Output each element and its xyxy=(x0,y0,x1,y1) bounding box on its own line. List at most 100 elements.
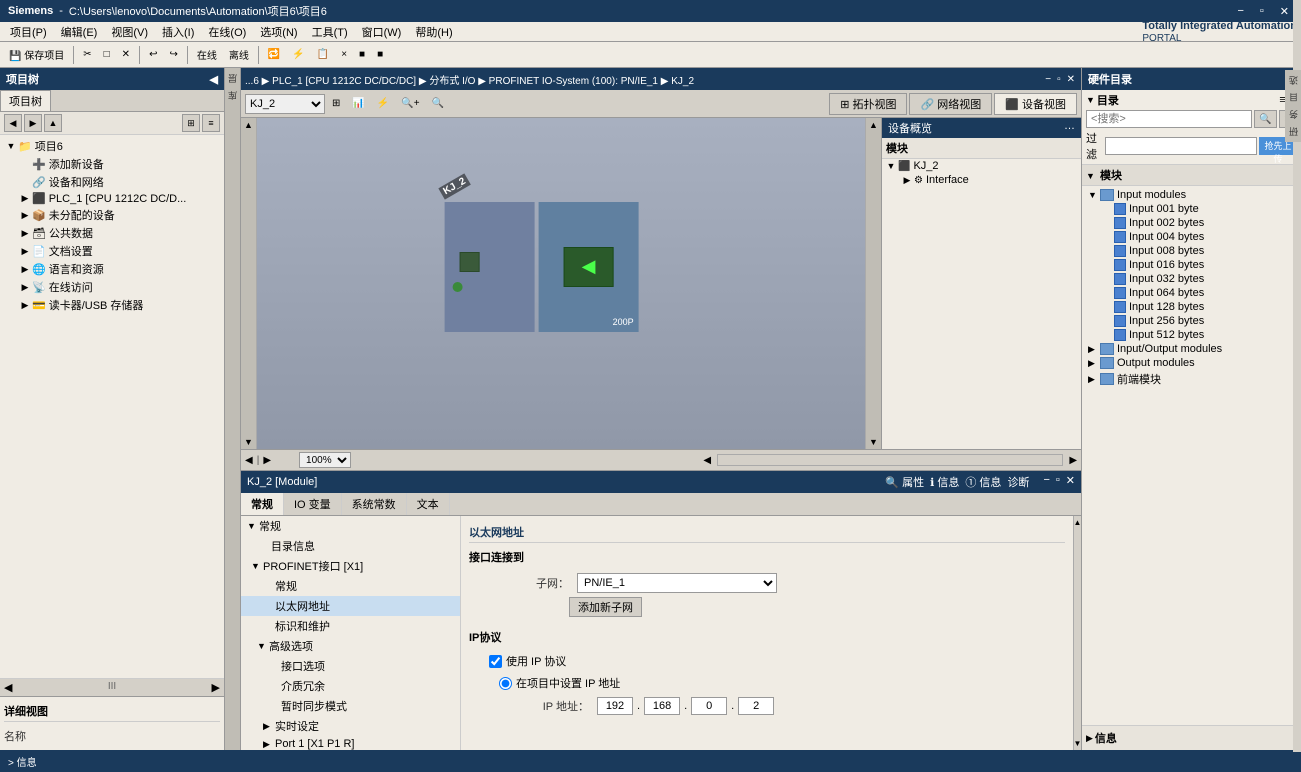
props-ip-field-1[interactable] xyxy=(597,697,633,715)
expand-icon[interactable]: ▶ xyxy=(18,264,32,275)
scroll-left-arrow[interactable]: ◀ xyxy=(245,455,253,466)
props-scroll-down[interactable]: ▼ xyxy=(1074,739,1081,748)
catalog-collapse-icon[interactable]: ▼ xyxy=(1086,95,1095,105)
menu-insert[interactable]: 插入(I) xyxy=(156,22,200,42)
tree-item-doc-settings[interactable]: ▶ 📄 文档设置 xyxy=(2,242,222,260)
tab-maximize-btn[interactable]: ▫ xyxy=(1055,74,1063,85)
expand-icon[interactable]: ▼ xyxy=(4,141,18,151)
cat-item-input-512[interactable]: Input 512 bytes xyxy=(1086,328,1297,342)
expand-icon[interactable]: ▼ xyxy=(1088,190,1100,200)
toolbar-btn-2[interactable]: ⚡ xyxy=(287,46,309,63)
expand-icon[interactable]: ▶ xyxy=(18,210,32,221)
side-icon-layers[interactable]: 层 xyxy=(224,72,241,85)
copy-button[interactable]: □ xyxy=(99,46,115,63)
catalog-search-input[interactable] xyxy=(1086,110,1252,128)
props-tab-io-var[interactable]: IO 变量 xyxy=(284,493,342,515)
props-ip-radio[interactable] xyxy=(499,677,512,690)
props-add-subnet-btn[interactable]: 添加新子网 xyxy=(569,597,642,617)
scroll-right-down-btn[interactable]: ▼ xyxy=(869,437,878,447)
props-tree-eth-addr[interactable]: 以太网地址 xyxy=(241,596,460,616)
menu-window[interactable]: 窗口(W) xyxy=(356,22,408,42)
props-ip-checkbox[interactable] xyxy=(489,655,502,668)
catalog-strip-1[interactable]: 选 xyxy=(1285,74,1301,87)
tree-btn-back[interactable]: ◀ xyxy=(4,114,22,132)
menu-edit[interactable]: 编辑(E) xyxy=(55,22,104,42)
catalog-search-btn[interactable]: 🔍 xyxy=(1254,110,1276,128)
expand-icon[interactable]: ▶ xyxy=(263,721,275,732)
tree-item-network[interactable]: 🔗 设备和网络 xyxy=(2,173,222,191)
expand-icon[interactable]: ▶ xyxy=(18,300,32,311)
expand-icon[interactable]: ▼ xyxy=(251,561,263,571)
props-icon-search[interactable]: 🔍 属性 xyxy=(885,474,924,490)
dv-btn-3[interactable]: ⚡ xyxy=(372,95,394,112)
cat-item-io-modules[interactable]: ▶ Input/Output modules xyxy=(1086,342,1297,356)
props-ip-field-3[interactable] xyxy=(691,697,727,715)
tree-item-unassigned[interactable]: ▶ 📦 未分配的设备 xyxy=(2,206,222,224)
tree-header-btn[interactable]: ◀ xyxy=(210,73,218,86)
tree-btn-up[interactable]: ▲ xyxy=(44,114,62,132)
minimize-button[interactable]: − xyxy=(1233,5,1247,18)
save-project-button[interactable]: 💾 保存项目 xyxy=(4,44,69,65)
props-tab-sys-const[interactable]: 系统常数 xyxy=(342,493,407,515)
props-icon-info[interactable]: ℹ 信息 xyxy=(930,474,959,490)
offline-button[interactable]: 离线 xyxy=(224,44,254,65)
props-tree-sync[interactable]: 暂时同步模式 xyxy=(241,696,460,716)
tab-network[interactable]: 🔗 网络视图 xyxy=(909,93,992,115)
props-tree-profinet[interactable]: ▼ PROFINET接口 [X1] xyxy=(241,556,460,576)
expand-icon[interactable]: ▶ xyxy=(18,246,32,257)
tab-topology[interactable]: ⊞ 拓扑视图 xyxy=(829,93,907,115)
tree-item-project6[interactable]: ▼ 📁 项目6 xyxy=(2,137,222,155)
menu-project[interactable]: 项目(P) xyxy=(4,22,53,42)
toolbar-btn-6[interactable]: ■ xyxy=(372,46,388,63)
tree-btn-list[interactable]: ≡ xyxy=(202,114,220,132)
expand-icon[interactable]: ▶ xyxy=(900,175,914,186)
tree-item-lang[interactable]: ▶ 🌐 语言和资源 xyxy=(2,260,222,278)
scroll-down-btn[interactable]: ▼ xyxy=(244,437,253,447)
expand-icon[interactable]: ▼ xyxy=(257,641,269,651)
cut-button[interactable]: ✂ xyxy=(78,46,96,63)
undo-button[interactable]: ↩ xyxy=(144,46,162,63)
expand-icon[interactable]: ▶ xyxy=(18,282,32,293)
toolbar-btn-4[interactable]: × xyxy=(336,46,352,63)
props-header-close2[interactable]: ✕ xyxy=(1066,474,1075,490)
catalog-strip-4[interactable]: 研 xyxy=(1285,125,1301,138)
expand-icon[interactable]: ▶ xyxy=(1088,374,1100,385)
cat-item-input-256[interactable]: Input 256 bytes xyxy=(1086,314,1297,328)
props-tree-rt-set[interactable]: ▶ 实时设定 xyxy=(241,716,460,736)
expand-icon[interactable]: ▶ xyxy=(1088,344,1100,355)
dv-btn-1[interactable]: ⊞ xyxy=(327,95,345,112)
redo-button[interactable]: ↪ xyxy=(164,46,182,63)
catalog-strip-3[interactable]: 务 xyxy=(1285,108,1301,121)
cat-item-input-004[interactable]: Input 004 bytes xyxy=(1086,230,1297,244)
props-subnet-select[interactable]: PN/IE_1 xyxy=(577,573,777,593)
tab-close-btn[interactable]: ✕ xyxy=(1065,74,1077,85)
nav-left[interactable]: ◀ xyxy=(4,681,12,694)
cat-item-input-032[interactable]: Input 032 bytes xyxy=(1086,272,1297,286)
tab-project-tree[interactable]: 项目树 xyxy=(0,90,51,111)
expand-icon[interactable]: ▼ xyxy=(247,521,259,531)
tree-item-add-device[interactable]: ➕ 添加新设备 xyxy=(2,155,222,173)
online-button[interactable]: 在线 xyxy=(192,44,222,65)
props-header-max[interactable]: ▫ xyxy=(1056,474,1060,490)
props-tree-catalog[interactable]: 目录信息 xyxy=(241,536,460,556)
close-button[interactable]: ✕ xyxy=(1276,5,1293,18)
tree-btn-fwd[interactable]: ▶ xyxy=(24,114,42,132)
scroll-right-arrow[interactable]: ▶ xyxy=(263,455,271,466)
tree-item-card-reader[interactable]: ▶ 💳 读卡器/USB 存储器 xyxy=(2,296,222,314)
device-selector[interactable]: KJ_2 xyxy=(245,94,325,114)
catalog-modules-expand[interactable]: ▼ xyxy=(1086,171,1095,181)
scroll-up-btn[interactable]: ▲ xyxy=(244,120,253,130)
cat-item-input-002[interactable]: Input 002 bytes xyxy=(1086,216,1297,230)
props-tree-general2[interactable]: 常规 xyxy=(241,576,460,596)
props-main-scrollbar[interactable]: ▲ ▼ xyxy=(1073,516,1081,750)
toolbar-btn-1[interactable]: 🔁 xyxy=(263,46,285,63)
menu-help[interactable]: 帮助(H) xyxy=(409,22,458,42)
menu-tools[interactable]: 工具(T) xyxy=(306,22,354,42)
catalog-strip-2[interactable]: 目 xyxy=(1285,91,1301,104)
delete-button[interactable]: ✕ xyxy=(117,46,135,63)
cat-item-output-modules[interactable]: ▶ Output modules xyxy=(1086,356,1297,370)
overview-item-kj2[interactable]: ▼ ⬛ KJ_2 xyxy=(882,159,1081,173)
props-tab-text[interactable]: 文本 xyxy=(407,493,450,515)
props-tree-ident[interactable]: 标识和维护 xyxy=(241,616,460,636)
menu-options[interactable]: 选项(N) xyxy=(254,22,303,42)
